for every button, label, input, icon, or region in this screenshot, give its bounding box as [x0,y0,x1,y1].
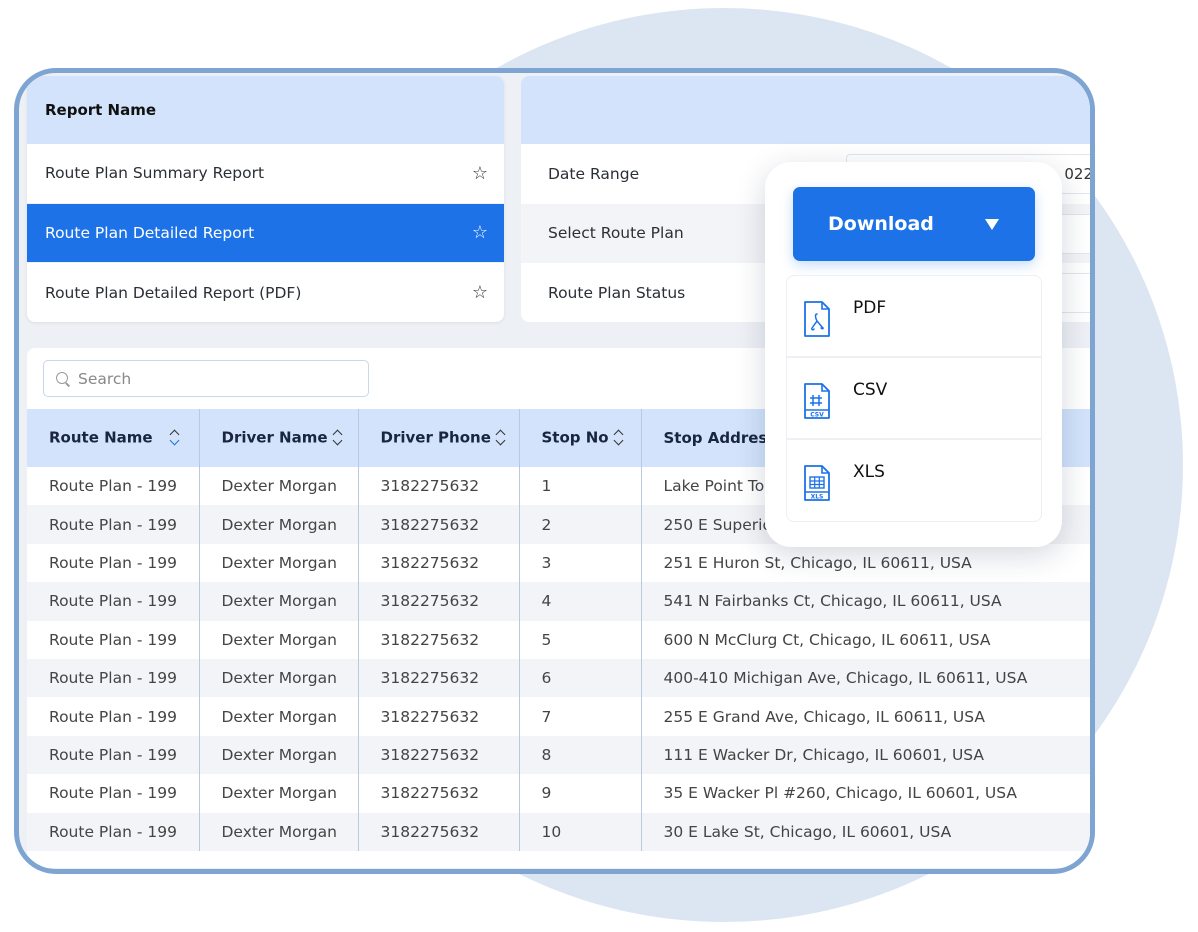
sort-icon[interactable] [332,428,344,448]
cell-stop-no: 3 [519,543,642,583]
cell-stop-no: 4 [519,582,642,621]
cell-driver-phone: 3182275632 [358,735,520,775]
filter-label: Date Range [548,164,640,183]
cell-route-name: Route Plan - 199 [27,543,200,583]
download-option-label: XLS [853,462,885,482]
download-option-pdf[interactable]: PDF [787,276,1041,358]
column-header-driver-phone[interactable]: Driver Phone [358,409,520,467]
table-row[interactable]: Route Plan - 199 Dexter Morgan 3182275632 8… [27,735,1090,775]
search-input[interactable] [78,369,338,388]
star-outline-icon[interactable]: ☆ [472,282,488,303]
cell-stop-address: 35 E Wacker Pl #260, Chicago, IL 60601, … [663,784,1018,803]
table-row[interactable]: Route Plan - 199 Dexter Morgan 3182275632 1… [27,812,1090,851]
sort-icon[interactable] [613,428,625,448]
report-item-detailed-pdf[interactable]: Route Plan Detailed Report (PDF) ☆ [27,263,504,322]
download-option-label: CSV [853,380,888,400]
cell-route-name: Route Plan - 199 [27,658,200,698]
cell-route-name: Route Plan - 199 [27,620,200,659]
cell-stop-no: 10 [519,812,642,851]
cell-stop-no: 1 [519,467,642,506]
report-item-summary[interactable]: Route Plan Summary Report ☆ [27,144,504,204]
sort-icon[interactable] [169,428,181,448]
cell-driver-name: Dexter Morgan [199,735,359,775]
cell-driver-phone: 3182275632 [358,543,520,583]
cell-stop-address: 541 N Fairbanks Ct, Chicago, IL 60611, U… [641,582,1090,621]
sort-icon[interactable] [495,428,507,448]
table-row[interactable]: Route Plan - 199 Dexter Morgan 3182275632 4… [27,582,1090,621]
report-item-label: Route Plan Detailed Report [45,223,255,242]
cell-route-name: Route Plan - 199 [27,774,200,813]
search-icon [56,371,70,386]
table-row[interactable]: Route Plan - 199 Dexter Morgan 3182275632 5… [27,620,1090,659]
download-option-xls[interactable]: XLS XLS [787,440,1041,521]
cell-driver-phone: 3182275632 [358,467,520,506]
cell-stop-no: 5 [519,620,642,659]
csv-file-icon: CSV [804,383,830,419]
cell-driver-phone: 3182275632 [358,697,520,736]
report-list-panel: Report Name Route Plan Summary Report ☆ … [27,76,504,322]
filter-header [521,76,1090,144]
cell-driver-name: Dexter Morgan [199,774,359,813]
cell-stop-no: 8 [519,735,642,775]
column-header-route-name[interactable]: Route Name [27,409,200,467]
cell-route-name: Route Plan - 199 [27,582,200,621]
cell-stop-no: 7 [519,697,642,736]
cell-driver-name: Dexter Morgan [199,658,359,698]
report-list-header: Report Name [27,76,504,144]
table-row[interactable]: Route Plan - 199 Dexter Morgan 3182275632 3… [27,543,1090,583]
caret-down-icon [985,219,999,230]
cell-stop-address: 400-410 Michigan Ave, Chicago, IL 60611,… [641,658,1090,698]
cell-driver-phone: 3182275632 [358,505,520,544]
cell-stop-address: 30 E Lake St, Chicago, IL 60601, USA [641,812,1090,851]
cell-route-name: Route Plan - 199 [27,812,200,851]
cell-driver-name: Dexter Morgan [199,620,359,659]
cell-stop-no: 2 [519,505,642,544]
download-button[interactable]: Download [793,187,1035,261]
cell-stop-no: 6 [519,658,642,698]
cell-stop-address: 255 E Grand Ave, Chicago, IL 60611, USA [663,707,985,726]
cell-driver-phone: 3182275632 [358,620,520,659]
table-row[interactable]: Route Plan - 199 Dexter Morgan 3182275632 7… [27,697,1090,736]
download-option-label: PDF [853,298,887,318]
cell-driver-phone: 3182275632 [358,582,520,621]
cell-route-name: Route Plan - 199 [27,735,200,775]
cell-driver-name: Dexter Morgan [199,697,359,736]
filter-label: Route Plan Status [548,283,686,302]
star-outline-icon[interactable]: ☆ [472,163,488,184]
cell-stop-no: 9 [519,774,642,813]
cell-driver-name: Dexter Morgan [199,543,359,583]
table-row[interactable]: Route Plan - 199 Dexter Morgan 3182275632 9… [27,774,1090,813]
cell-stop-address: 111 E Wacker Dr, Chicago, IL 60601, USA [641,735,1090,775]
cell-route-name: Route Plan - 199 [27,467,200,506]
column-header-stop-no[interactable]: Stop No [519,409,642,467]
svg-text:XLS: XLS [811,494,824,501]
report-item-label: Route Plan Detailed Report (PDF) [45,283,302,302]
svg-text:CSV: CSV [810,412,824,419]
cell-driver-phone: 3182275632 [358,658,520,698]
cell-route-name: Route Plan - 199 [27,697,200,736]
cell-stop-address: 600 N McClurg Ct, Chicago, IL 60611, USA [663,630,991,649]
download-option-csv[interactable]: CSV CSV [787,358,1041,440]
cell-stop-address: 251 E Huron St, Chicago, IL 60611, USA [663,553,972,572]
download-popover: Download PDF CSV CSV XLS XLS [765,162,1062,547]
filter-label: Select Route Plan [548,224,684,243]
pdf-file-icon [804,301,830,337]
column-header-driver-name[interactable]: Driver Name [199,409,359,467]
search-box[interactable] [43,360,369,397]
cell-driver-phone: 3182275632 [358,774,520,813]
table-row[interactable]: Route Plan - 199 Dexter Morgan 3182275632 6… [27,658,1090,698]
cell-route-name: Route Plan - 199 [27,505,200,544]
cell-driver-name: Dexter Morgan [199,582,359,621]
cell-driver-name: Dexter Morgan [199,812,359,851]
download-menu: PDF CSV CSV XLS XLS [786,275,1042,522]
cell-driver-phone: 3182275632 [358,812,520,851]
star-outline-icon[interactable]: ☆ [472,222,488,243]
cell-driver-name: Dexter Morgan [199,505,359,544]
cell-driver-name: Dexter Morgan [199,467,359,506]
report-item-label: Route Plan Summary Report [45,164,265,183]
report-item-detailed[interactable]: Route Plan Detailed Report ☆ [27,203,504,263]
xls-file-icon: XLS [804,465,830,501]
